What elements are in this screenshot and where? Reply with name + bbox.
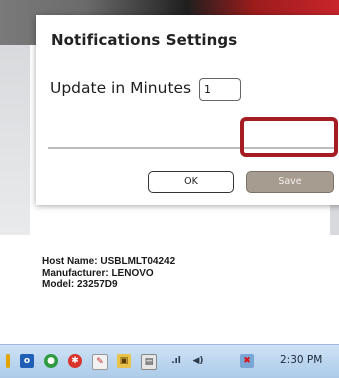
- outlook-icon[interactable]: o: [20, 354, 34, 368]
- model-text: Model: 23257D9: [42, 279, 118, 290]
- highlight-annotation: [240, 117, 338, 157]
- lock-icon[interactable]: ▣: [117, 354, 131, 368]
- volume-icon[interactable]: ◀): [190, 354, 206, 368]
- update-minutes-label: Update in Minutes: [50, 79, 192, 97]
- device-info: Host Name: USBLMLT04242 Manufacturer: LE…: [42, 256, 175, 291]
- background-left-panel: [0, 45, 30, 235]
- notifications-settings-dialog: Notifications Settings Update in Minutes…: [36, 15, 339, 205]
- overflow-indicator-icon: [6, 354, 10, 368]
- dialog-title: Notifications Settings: [51, 31, 238, 49]
- ok-button[interactable]: OK: [148, 171, 234, 193]
- clipboard-icon[interactable]: ▤: [141, 354, 157, 370]
- manufacturer-text: Manufacturer: LENOVO: [42, 267, 154, 279]
- update-minutes-input[interactable]: [199, 78, 241, 101]
- chrome-icon[interactable]: ●: [44, 354, 58, 368]
- signal-icon[interactable]: .ıl: [166, 354, 186, 368]
- paint-icon[interactable]: ✎: [92, 354, 108, 370]
- save-button[interactable]: Save: [246, 171, 334, 193]
- clock[interactable]: 2:30 PM: [280, 354, 322, 366]
- host-name-text: Host Name: USBLMLT04242: [42, 256, 176, 267]
- network-error-icon[interactable]: ✖: [240, 354, 254, 368]
- antivirus-icon[interactable]: ✱: [68, 354, 82, 368]
- taskbar: o ● ✱ ✎ ▣ ▤ .ıl ◀) ✖ 2:30 PM: [0, 344, 339, 378]
